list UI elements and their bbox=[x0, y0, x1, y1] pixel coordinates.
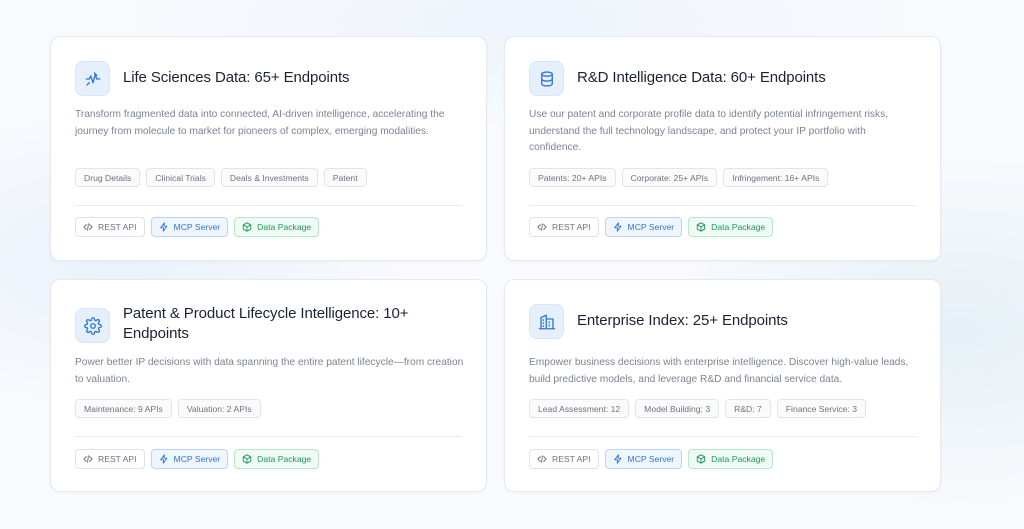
tag: Valuation: 2 APIs bbox=[177, 399, 261, 418]
building-icon bbox=[529, 304, 564, 339]
chip-label: REST API bbox=[552, 454, 591, 464]
card-header: R&D Intelligence Data: 60+ Endpoints bbox=[529, 61, 916, 96]
rest-api-chip[interactable]: REST API bbox=[529, 449, 599, 469]
lightning-icon bbox=[613, 222, 621, 232]
tag: Infringement: 16+ APIs bbox=[723, 168, 829, 187]
tag-list: Maintenance: 9 APIs Valuation: 2 APIs bbox=[75, 399, 261, 418]
package-icon bbox=[696, 222, 706, 232]
data-package-chip[interactable]: Data Package bbox=[688, 449, 774, 469]
mcp-server-chip[interactable]: MCP Server bbox=[150, 217, 229, 237]
chip-label: Data Package bbox=[711, 222, 766, 232]
tag-list: Lead Assessment: 12 Model Building: 3 R&… bbox=[529, 399, 866, 418]
card-rd-intelligence: R&D Intelligence Data: 60+ Endpoints Use… bbox=[504, 36, 941, 261]
tag: Model Building: 3 bbox=[635, 399, 720, 418]
tag: Patent bbox=[323, 168, 367, 187]
tag: Maintenance: 9 APIs bbox=[75, 399, 172, 418]
rest-api-chip[interactable]: REST API bbox=[75, 217, 145, 237]
card-description: Empower business decisions with enterpri… bbox=[529, 357, 909, 385]
access-chips: REST API MCP Server Data Package bbox=[75, 449, 320, 469]
code-icon bbox=[537, 455, 547, 463]
tag: Corporate: 25+ APIs bbox=[621, 168, 718, 187]
chip-label: MCP Server bbox=[173, 222, 221, 232]
tag: Patents: 20+ APIs bbox=[529, 168, 616, 187]
code-icon bbox=[83, 455, 93, 463]
card-title: Enterprise Index: 25+ Endpoints bbox=[577, 312, 788, 329]
database-icon bbox=[529, 61, 564, 96]
card-header: Patent & Product Lifecycle Intelligence:… bbox=[75, 304, 462, 344]
package-icon bbox=[242, 222, 252, 232]
tag: Lead Assessment: 12 bbox=[529, 399, 630, 418]
lightning-icon bbox=[159, 454, 167, 464]
tag-list: Patents: 20+ APIs Corporate: 25+ APIs In… bbox=[529, 168, 829, 187]
chip-label: MCP Server bbox=[627, 454, 675, 464]
package-icon bbox=[242, 454, 252, 464]
access-chips: REST API MCP Server Data Package bbox=[529, 449, 774, 469]
card-title: Patent & Product Lifecycle Intelligence:… bbox=[123, 305, 409, 342]
card-description: Transform fragmented data into connected… bbox=[75, 109, 445, 137]
card-description: Use our patent and corporate profile dat… bbox=[529, 109, 889, 153]
card-enterprise-index: Enterprise Index: 25+ Endpoints Empower … bbox=[504, 279, 941, 492]
data-package-chip[interactable]: Data Package bbox=[688, 217, 774, 237]
mcp-server-chip[interactable]: MCP Server bbox=[150, 449, 229, 469]
lightning-icon bbox=[159, 222, 167, 232]
chip-label: REST API bbox=[552, 222, 591, 232]
card-description: Power better IP decisions with data span… bbox=[75, 357, 464, 385]
card-title: R&D Intelligence Data: 60+ Endpoints bbox=[577, 69, 826, 86]
chip-label: MCP Server bbox=[173, 454, 221, 464]
access-chips: REST API MCP Server Data Package bbox=[75, 217, 320, 237]
chip-label: Data Package bbox=[711, 454, 766, 464]
code-icon bbox=[537, 223, 547, 231]
rest-api-chip[interactable]: REST API bbox=[529, 217, 599, 237]
data-package-chip[interactable]: Data Package bbox=[234, 449, 320, 469]
rest-api-chip[interactable]: REST API bbox=[75, 449, 145, 469]
access-chips: REST API MCP Server Data Package bbox=[529, 217, 774, 237]
tag: Drug Details bbox=[75, 168, 141, 187]
divider bbox=[529, 436, 916, 437]
data-package-chip[interactable]: Data Package bbox=[234, 217, 320, 237]
divider bbox=[75, 436, 462, 437]
tag: R&D: 7 bbox=[725, 399, 771, 418]
chip-label: Data Package bbox=[257, 454, 312, 464]
code-icon bbox=[83, 223, 93, 231]
chip-label: REST API bbox=[98, 454, 137, 464]
card-title: Life Sciences Data: 65+ Endpoints bbox=[123, 69, 350, 86]
card-header: Enterprise Index: 25+ Endpoints bbox=[529, 304, 916, 339]
chip-label: REST API bbox=[98, 222, 137, 232]
chip-label: MCP Server bbox=[627, 222, 675, 232]
tag: Clinical Trials bbox=[146, 168, 215, 187]
chip-label: Data Package bbox=[257, 222, 312, 232]
divider bbox=[529, 205, 916, 206]
mcp-server-chip[interactable]: MCP Server bbox=[604, 217, 683, 237]
package-icon bbox=[696, 454, 706, 464]
card-header: Life Sciences Data: 65+ Endpoints bbox=[75, 61, 462, 96]
tag-list: Drug Details Clinical Trials Deals & Inv… bbox=[75, 168, 367, 187]
pulse-icon bbox=[75, 61, 110, 96]
tag: Finance Service: 3 bbox=[776, 399, 866, 418]
card-patent-lifecycle: Patent & Product Lifecycle Intelligence:… bbox=[50, 279, 487, 492]
divider bbox=[75, 205, 462, 206]
card-life-sciences: Life Sciences Data: 65+ Endpoints Transf… bbox=[50, 36, 487, 261]
gear-icon bbox=[75, 308, 110, 343]
mcp-server-chip[interactable]: MCP Server bbox=[604, 449, 683, 469]
lightning-icon bbox=[613, 454, 621, 464]
tag: Deals & Investments bbox=[220, 168, 318, 187]
